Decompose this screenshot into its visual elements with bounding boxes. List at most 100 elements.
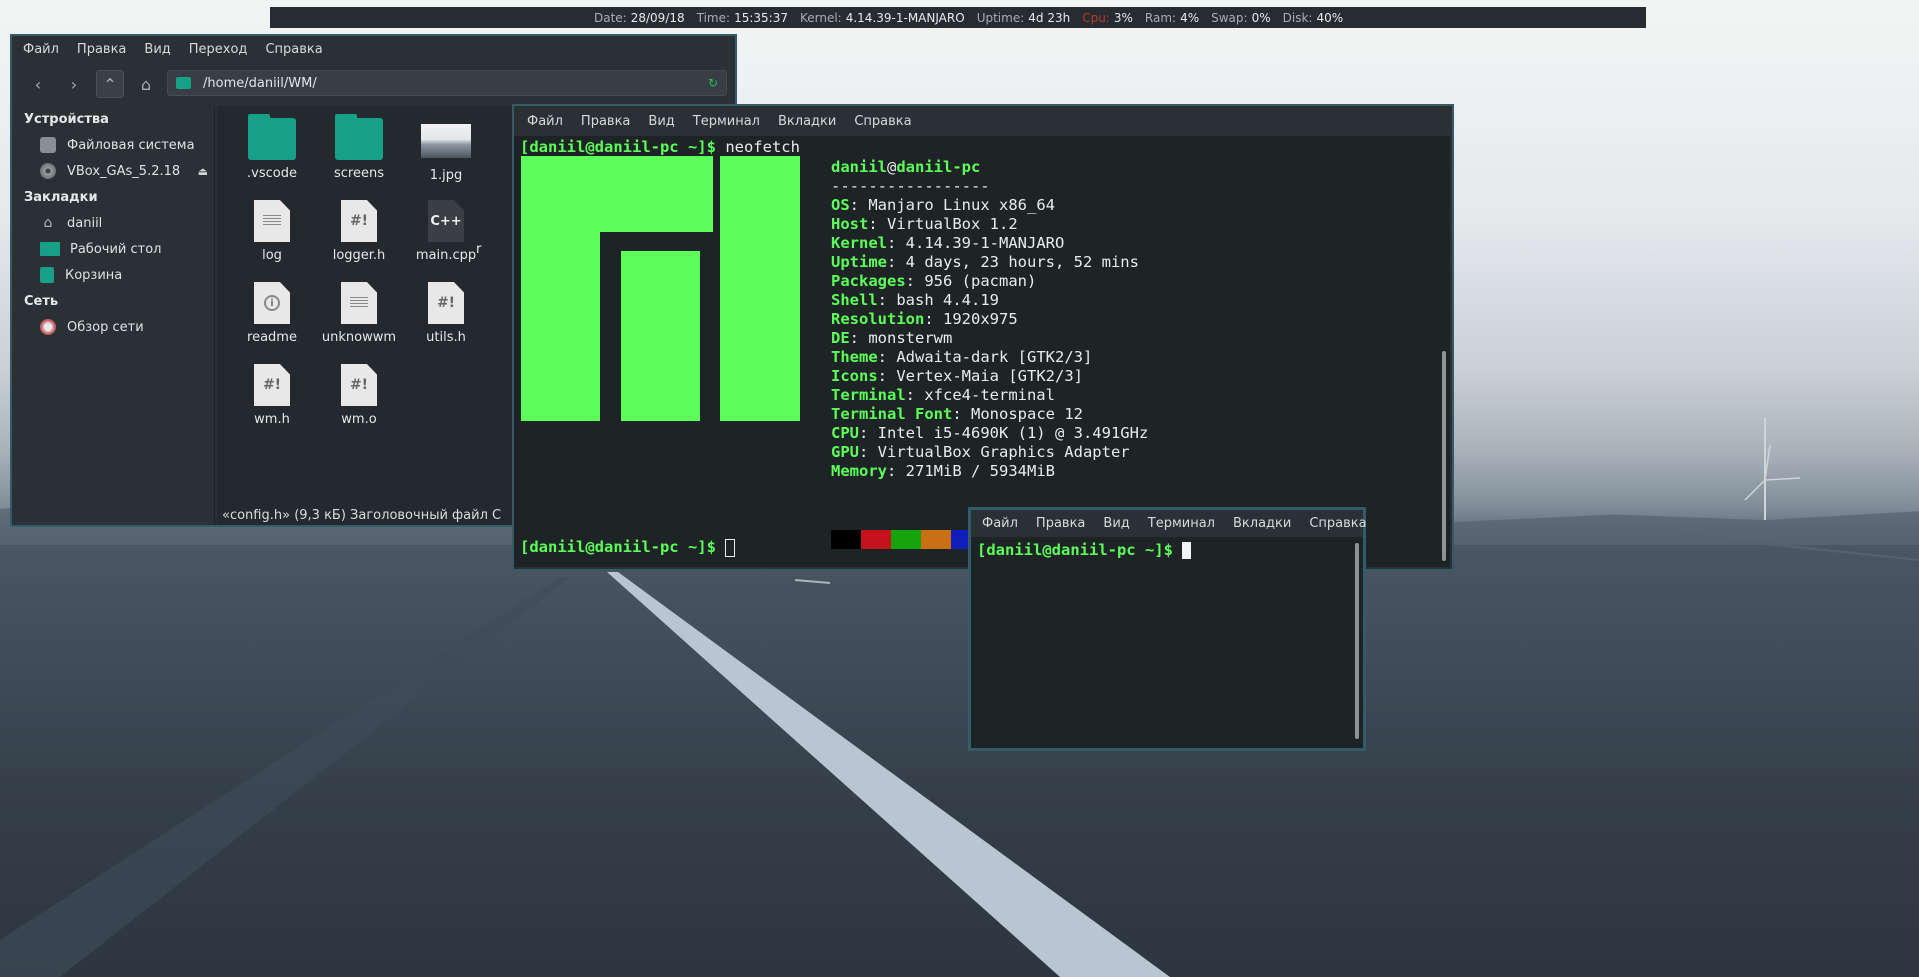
- menu-help[interactable]: Справка: [1300, 516, 1375, 531]
- disk-icon: [40, 137, 56, 153]
- menu-edit[interactable]: Правка: [1027, 516, 1094, 531]
- file-item-readme[interactable]: i readme: [229, 282, 315, 345]
- neofetch-colon: :: [877, 291, 897, 309]
- trash-icon: [40, 267, 54, 283]
- back-button[interactable]: ‹: [24, 70, 52, 98]
- neofetch-field-de: DE: monsterwm: [831, 329, 952, 348]
- neofetch-key: Memory: [831, 462, 887, 480]
- terminal-window-small: Файл Правка Вид Терминал Вкладки Справка…: [968, 507, 1367, 751]
- logo-block: [720, 156, 800, 421]
- sidebar-item-label: Файловая система: [67, 137, 195, 153]
- cpp-file-icon: C++: [428, 200, 464, 242]
- terminal-scrollbar[interactable]: [1355, 543, 1359, 739]
- sidebar-item-network[interactable]: Обзор сети: [12, 314, 214, 340]
- home-icon: ⌂: [140, 74, 152, 94]
- palette-swatch-0: [831, 530, 861, 549]
- menu-view[interactable]: Вид: [1094, 516, 1138, 531]
- location-bar[interactable]: /home/daniil/WM/ ↻: [167, 70, 727, 96]
- menu-file[interactable]: Файл: [518, 114, 572, 129]
- cpu-label: Cpu:: [1082, 10, 1110, 25]
- neofetch-colon: :: [868, 215, 887, 233]
- menu-edit[interactable]: Правка: [572, 114, 639, 129]
- up-button[interactable]: ⌃: [96, 70, 124, 98]
- file-item-log[interactable]: log: [229, 200, 315, 263]
- file-item-wm-o[interactable]: #! wm.o: [316, 364, 402, 427]
- uptime-label: Uptime:: [976, 10, 1025, 25]
- menu-file[interactable]: Файл: [973, 516, 1027, 531]
- file-name: log: [262, 248, 282, 263]
- menu-tabs[interactable]: Вкладки: [1224, 516, 1300, 531]
- neofetch-value: Monospace 12: [971, 405, 1083, 423]
- top-status-bar: Date: 28/09/18 Time: 15:35:37 Kernel: 4.…: [270, 7, 1646, 28]
- sidebar-item-home[interactable]: ⌂ daniil: [12, 210, 214, 236]
- neofetch-title: daniil@daniil-pc: [831, 158, 980, 177]
- command-line: [daniil@daniil-pc ~]$: [520, 538, 736, 557]
- sidebar-item-desktop[interactable]: Рабочий стол: [12, 236, 214, 262]
- menu-view[interactable]: Вид: [639, 114, 683, 129]
- home-button[interactable]: ⌂: [132, 70, 160, 98]
- menu-file[interactable]: Файл: [14, 42, 68, 57]
- menu-terminal[interactable]: Терминал: [684, 114, 769, 129]
- sidebar-item-vbox-cd[interactable]: VBox_GAs_5.2.18 ⏏: [12, 158, 214, 184]
- menu-edit[interactable]: Правка: [68, 42, 135, 57]
- file-manager-menubar: Файл Правка Вид Переход Справка: [12, 36, 735, 62]
- reload-icon[interactable]: ↻: [708, 76, 718, 90]
- neofetch-value: Intel i5-4690K (1) @ 3.491GHz: [877, 424, 1149, 442]
- neofetch-field-kernel: Kernel: 4.14.39-1-MANJARO: [831, 234, 1064, 253]
- time-label: Time:: [696, 10, 731, 25]
- neofetch-value: xfce4-terminal: [924, 386, 1055, 404]
- neofetch-field-memory: Memory: 271MiB / 5934MiB: [831, 462, 1055, 481]
- neofetch-colon: :: [924, 310, 943, 328]
- file-name: readme: [247, 330, 297, 345]
- menu-help[interactable]: Справка: [845, 114, 920, 129]
- time-value: 15:35:37: [734, 10, 788, 25]
- terminal-scrollbar[interactable]: [1442, 351, 1446, 561]
- terminal-output[interactable]: [daniil@daniil-pc ~]$: [971, 537, 1363, 748]
- neofetch-key: OS: [831, 196, 850, 214]
- neofetch-key: Resolution: [831, 310, 925, 328]
- file-item-1jpg[interactable]: 1.jpg: [403, 118, 489, 183]
- neofetch-field-os: OS: Manjaro Linux x86_64: [831, 196, 1055, 215]
- eject-icon[interactable]: ⏏: [198, 165, 208, 178]
- folder-icon: [248, 114, 296, 160]
- text-file-icon: [254, 200, 290, 242]
- sidebar-item-label: daniil: [67, 215, 103, 231]
- menu-terminal[interactable]: Терминал: [1139, 516, 1224, 531]
- folder-icon: [176, 77, 191, 89]
- neofetch-value: Adwaita-dark [GTK2/3]: [896, 348, 1093, 366]
- sidebar-item-filesystem[interactable]: Файловая система: [12, 132, 214, 158]
- neofetch-field-packages: Packages: 956 (pacman): [831, 272, 1036, 291]
- cpu-value: 3%: [1113, 10, 1133, 25]
- folder-icon: [335, 114, 383, 160]
- palette-swatch-1: [861, 530, 891, 549]
- script-file-icon: #!: [341, 200, 377, 242]
- date-value: 28/09/18: [630, 10, 685, 25]
- menu-help[interactable]: Справка: [256, 42, 331, 57]
- neofetch-key: DE: [831, 329, 850, 347]
- neofetch-colon: :: [887, 253, 906, 271]
- menu-tabs[interactable]: Вкладки: [769, 114, 845, 129]
- info-file-icon: i: [254, 282, 290, 324]
- file-name: logger.h: [332, 248, 386, 263]
- file-item-vscode[interactable]: .vscode: [229, 114, 315, 181]
- file-name: utils.h: [426, 330, 466, 345]
- file-name: unknowwm: [321, 330, 397, 345]
- sidebar-item-trash[interactable]: Корзина: [12, 262, 214, 288]
- file-item-partial[interactable]: r: [476, 242, 496, 257]
- menu-go[interactable]: Переход: [180, 42, 257, 57]
- neofetch-field-host: Host: VirtualBox 1.2: [831, 215, 1018, 234]
- file-item-screens[interactable]: screens: [316, 114, 402, 181]
- file-item-unknowwm[interactable]: unknowwm: [316, 282, 402, 345]
- cdrom-icon: [40, 163, 56, 179]
- sidebar-item-label: VBox_GAs_5.2.18: [67, 163, 181, 179]
- neofetch-key: Theme: [831, 348, 878, 366]
- terminal-output[interactable]: [daniil@daniil-pc ~]$ neofetch daniil@da…: [514, 136, 1450, 567]
- menu-view[interactable]: Вид: [135, 42, 179, 57]
- forward-button[interactable]: ›: [60, 70, 88, 98]
- command-text: neofetch: [725, 138, 800, 156]
- file-item-logger-h[interactable]: #! logger.h: [316, 200, 402, 263]
- neofetch-value: bash 4.4.19: [896, 291, 999, 309]
- file-item-wm-h[interactable]: #! wm.h: [229, 364, 315, 427]
- file-item-utils-h[interactable]: #! utils.h: [403, 282, 489, 345]
- neofetch-colon: :: [905, 272, 925, 290]
